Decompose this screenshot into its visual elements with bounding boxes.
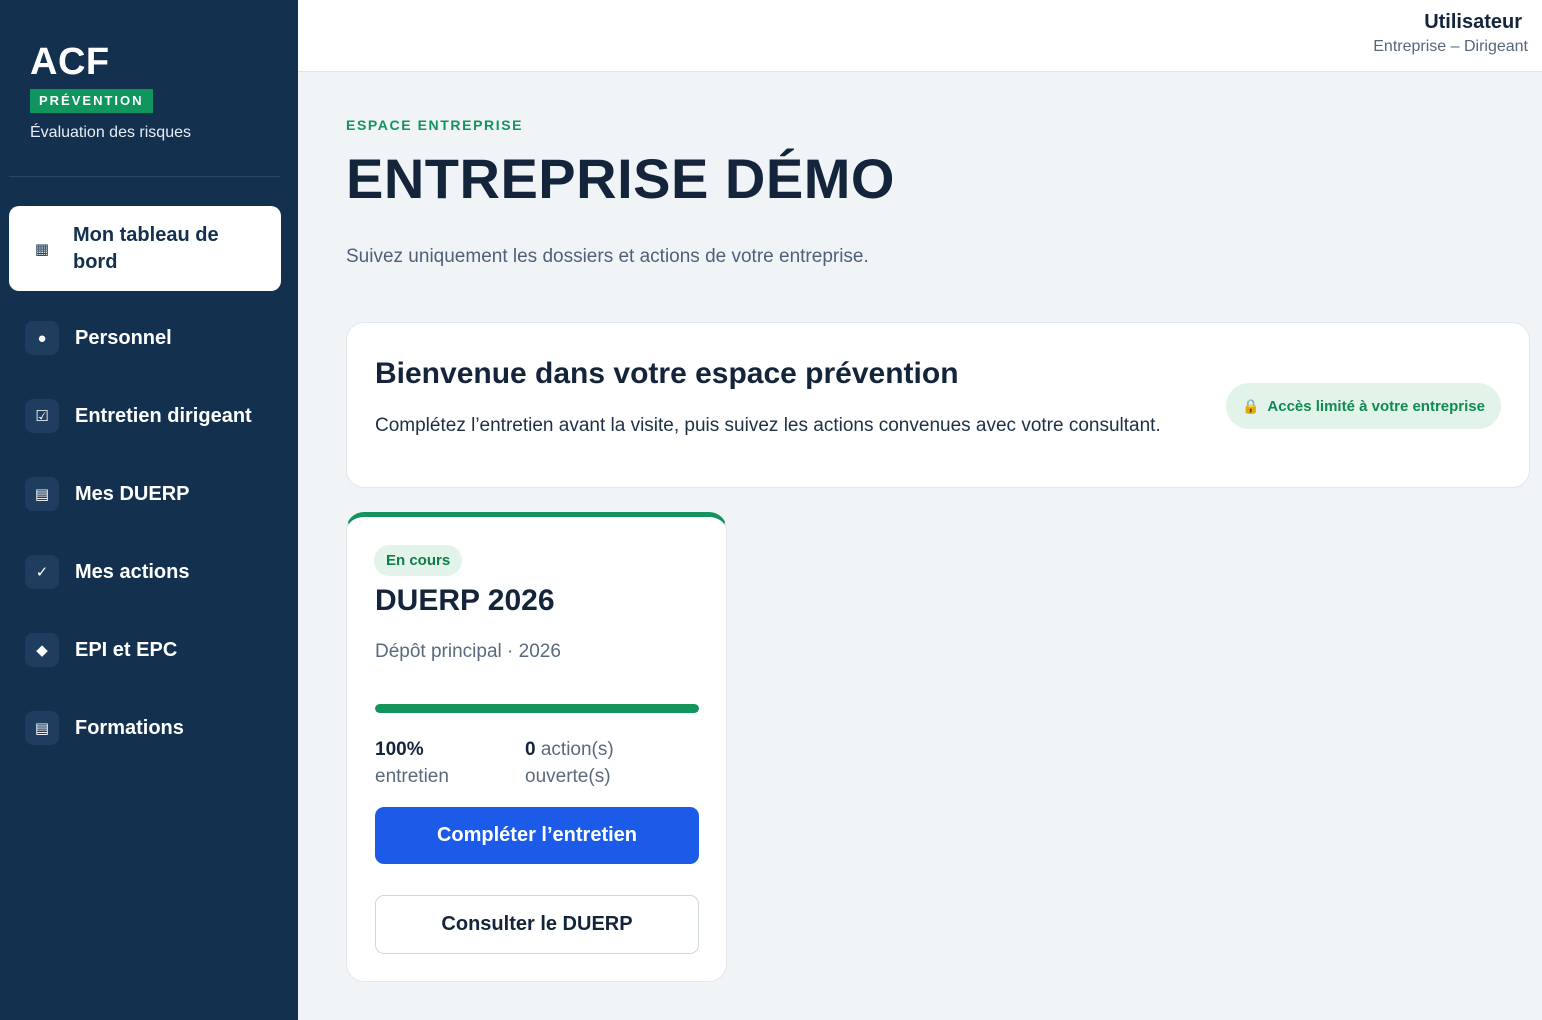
card-title: DUERP 2026	[375, 584, 555, 617]
brand-name: ACF	[30, 41, 110, 83]
progress-fill	[375, 704, 699, 713]
main-content: ESPACE ENTREPRISE ENTREPRISE DÉMO Suivez…	[346, 72, 1530, 982]
dot-icon: ●	[25, 321, 59, 355]
stat-interview-label: entretien	[375, 766, 449, 787]
interview-progress-bar	[375, 704, 699, 713]
duerp-card: En cours DUERP 2026 Dépôt principal · 20…	[346, 512, 727, 982]
view-duerp-button[interactable]: Consulter le DUERP	[375, 895, 699, 954]
user-name: Utilisateur	[1424, 11, 1522, 33]
grid-icon: ▦	[34, 240, 50, 258]
user-role: Entreprise – Dirigeant	[1373, 38, 1528, 55]
welcome-panel: Bienvenue dans votre espace prévention C…	[346, 322, 1530, 488]
sidebar-nav: ▦ Mon tableau de bord ● Personnel ☑ Entr…	[9, 206, 281, 767]
stat-actions: 0 action(s) ouverte(s)	[525, 736, 675, 790]
top-bar: Utilisateur Entreprise – Dirigeant	[298, 0, 1542, 72]
list-icon: ▤	[25, 711, 59, 745]
sidebar-item-label: Formations	[75, 716, 184, 739]
user-menu[interactable]: Utilisateur Entreprise – Dirigeant	[1373, 10, 1528, 56]
checkbox-icon: ☑	[25, 399, 59, 433]
complete-interview-button[interactable]: Compléter l’entretien	[375, 807, 699, 864]
welcome-text: Complétez l’entretien avant la visite, p…	[375, 415, 1161, 436]
sidebar-item-label: Entretien dirigeant	[75, 404, 252, 427]
check-icon: ✓	[25, 555, 59, 589]
stat-actions-label: action(s) ouverte(s)	[525, 739, 614, 787]
sidebar-item-tableau-de-bord[interactable]: ▦ Mon tableau de bord	[9, 206, 281, 291]
page-subtitle: Suivez uniquement les dossiers et action…	[346, 246, 869, 267]
sidebar-item-personnel[interactable]: ● Personnel	[9, 299, 281, 377]
access-badge-label: Accès limité à votre entreprise	[1267, 397, 1485, 415]
card-subtitle: Dépôt principal · 2026	[375, 641, 561, 662]
sidebar-item-mes-actions[interactable]: ✓ Mes actions	[9, 533, 281, 611]
sidebar-divider	[9, 176, 280, 177]
sidebar: ACF PRÉVENTION Évaluation des risques ▦ …	[0, 0, 298, 1020]
sidebar-item-mes-duerp[interactable]: ▤ Mes DUERP	[9, 455, 281, 533]
page-title: ENTREPRISE DÉMO	[346, 147, 895, 210]
access-badge: 🔒 Accès limité à votre entreprise	[1225, 383, 1501, 429]
diamond-icon: ◆	[25, 633, 59, 667]
section-eyebrow: ESPACE ENTREPRISE	[346, 117, 524, 133]
stat-actions-value: 0	[525, 739, 536, 760]
sidebar-item-entretien-dirigeant[interactable]: ☑ Entretien dirigeant	[9, 377, 281, 455]
stat-interview: 100% entretien	[375, 736, 505, 790]
lock-icon: 🔒	[1241, 397, 1260, 414]
sidebar-item-label: Mes actions	[75, 560, 190, 583]
brand-badge: PRÉVENTION	[30, 89, 153, 113]
sidebar-item-label: Mes DUERP	[75, 482, 190, 505]
sidebar-item-label: EPI et EPC	[75, 638, 178, 661]
brand: ACF PRÉVENTION Évaluation des risques	[30, 42, 191, 142]
sidebar-item-formations[interactable]: ▤ Formations	[9, 689, 281, 767]
status-badge: En cours	[374, 545, 463, 576]
sidebar-item-label: Mon tableau de bord	[73, 223, 219, 273]
document-icon: ▤	[25, 477, 59, 511]
stat-interview-value: 100%	[375, 739, 424, 760]
brand-subtitle: Évaluation des risques	[30, 124, 191, 141]
welcome-title: Bienvenue dans votre espace prévention	[375, 357, 959, 390]
sidebar-item-epi-epc[interactable]: ◆ EPI et EPC	[9, 611, 281, 689]
sidebar-item-label: Personnel	[75, 326, 172, 349]
